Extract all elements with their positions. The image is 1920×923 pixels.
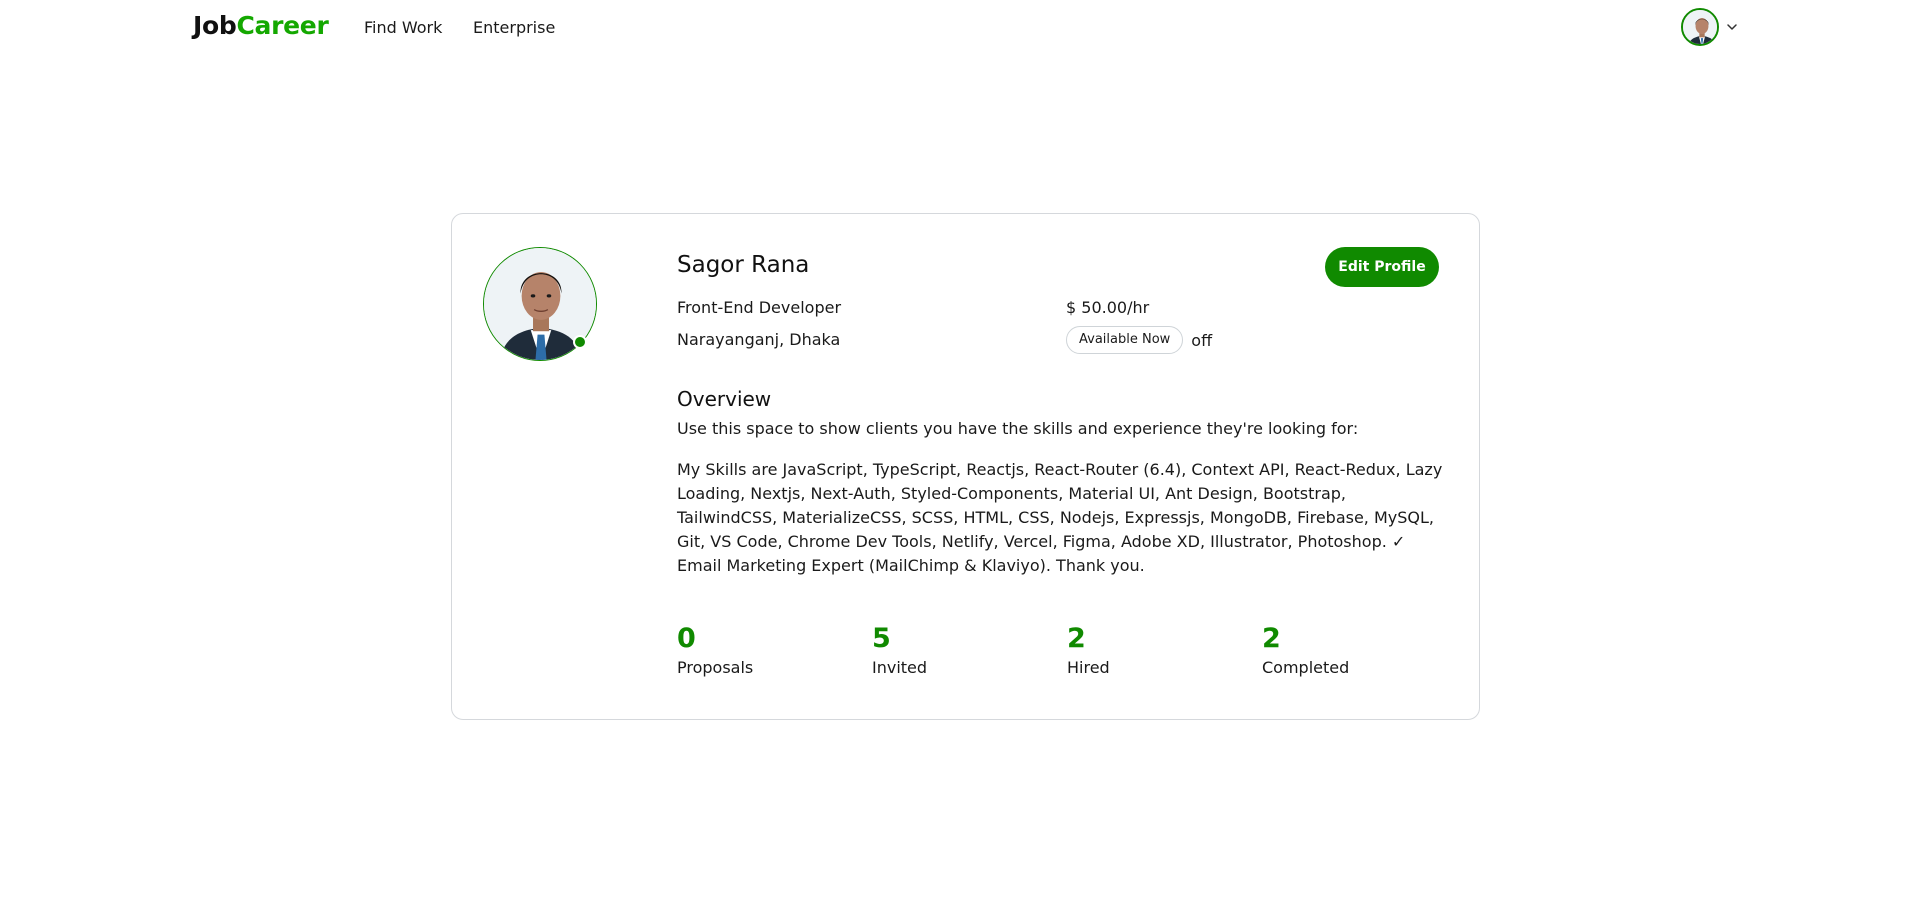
profile-card: Sagor Rana Edit Profile Front-End Develo… — [451, 213, 1480, 720]
user-photo-small — [1683, 10, 1717, 44]
stat-hired: 2 Hired — [1067, 623, 1247, 678]
profile-name: Sagor Rana — [677, 252, 810, 278]
profile-title: Front-End Developer — [677, 298, 842, 317]
logo-text-job: Job — [193, 11, 237, 40]
stat-value: 2 — [1067, 623, 1086, 654]
availability-row: Available Now off — [1066, 326, 1212, 354]
stat-label: Completed — [1262, 658, 1350, 677]
profile-avatar-wrapper — [483, 247, 597, 361]
hourly-rate: $ 50.00/hr — [1066, 298, 1150, 317]
stat-completed: 2 Completed — [1262, 623, 1442, 678]
stat-value: 5 — [872, 623, 891, 654]
available-now-button[interactable]: Available Now — [1066, 326, 1184, 354]
stat-label: Hired — [1067, 658, 1110, 677]
online-status-dot — [573, 335, 587, 349]
chevron-down-icon[interactable] — [1725, 20, 1739, 34]
jobcareer-logo[interactable]: JobCareer — [193, 11, 329, 40]
stat-invited: 5 Invited — [872, 623, 1052, 678]
overview-body: My Skills are JavaScript, TypeScript, Re… — [677, 460, 1443, 575]
user-avatar[interactable] — [1681, 8, 1719, 46]
user-menu[interactable] — [1681, 6, 1739, 48]
stat-value: 2 — [1262, 623, 1281, 654]
stat-label: Invited — [872, 658, 928, 677]
availability-state: off — [1191, 330, 1213, 350]
logo-text-career: Career — [236, 11, 329, 40]
overview-heading: Overview — [677, 387, 772, 411]
edit-profile-button[interactable]: Edit Profile — [1325, 247, 1439, 287]
top-navbar: JobCareer Find Work Enterprise — [0, 0, 1920, 56]
nav-find-work[interactable]: Find Work — [364, 18, 442, 37]
stat-value: 0 — [677, 623, 696, 654]
overview-intro: Use this space to show clients you have … — [677, 419, 1359, 438]
nav-enterprise[interactable]: Enterprise — [473, 18, 555, 37]
stat-proposals: 0 Proposals — [677, 623, 857, 678]
profile-location: Narayanganj, Dhaka — [677, 330, 841, 349]
stat-label: Proposals — [677, 658, 754, 677]
